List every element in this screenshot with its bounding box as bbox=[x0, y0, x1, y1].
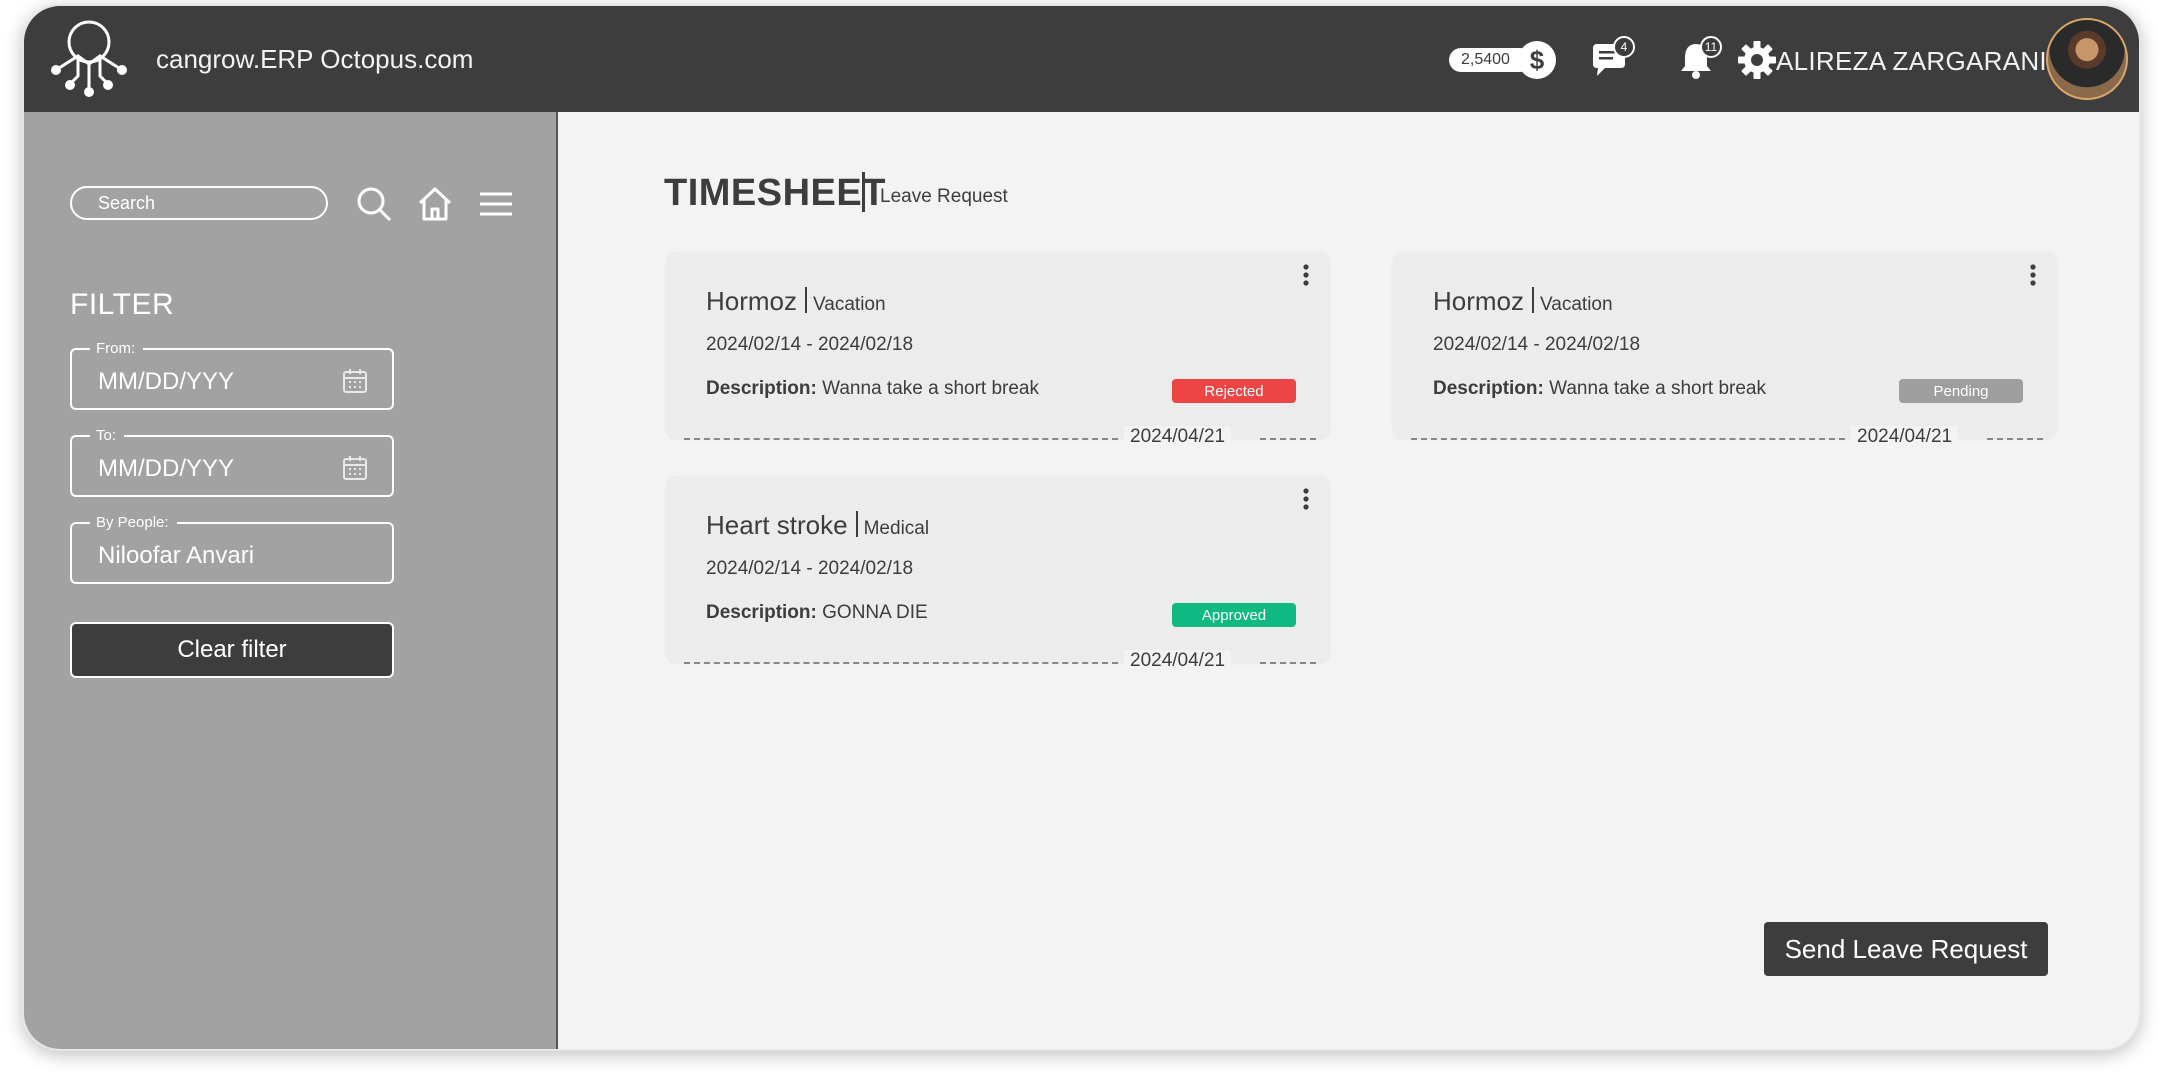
description-text: Wanna take a short break bbox=[822, 378, 1039, 399]
octopus-logo-icon[interactable] bbox=[48, 18, 130, 100]
more-options-icon[interactable] bbox=[2023, 262, 2043, 288]
to-date-field[interactable]: To: MM/DD/YYY bbox=[70, 427, 394, 497]
card-type: Medical bbox=[863, 518, 930, 539]
card-header: Hormoz Vacation bbox=[1433, 286, 1613, 317]
card-header: Heart stroke Medical bbox=[706, 510, 929, 541]
dashed-divider bbox=[1987, 438, 2043, 440]
from-date-field[interactable]: From: MM/DD/YYY bbox=[70, 340, 394, 410]
from-label: From: bbox=[90, 340, 144, 357]
card-name: Hormoz bbox=[1433, 286, 1525, 316]
calendar-icon[interactable] bbox=[342, 368, 368, 394]
send-leave-request-button[interactable]: Send Leave Request bbox=[1764, 922, 2048, 976]
top-bar: cangrow.ERP Octopus.com 2,5400 $ 4 11 AL… bbox=[24, 6, 2139, 112]
clear-filter-button[interactable]: Clear filter bbox=[70, 622, 394, 678]
app-title[interactable]: cangrow.ERP Octopus.com bbox=[156, 44, 473, 75]
card-divider bbox=[1532, 287, 1535, 313]
card-dates: 2024/02/14 - 2024/02/18 bbox=[1433, 334, 1641, 355]
description-label: Description: bbox=[706, 378, 817, 399]
card-footer-date: 2024/04/21 bbox=[1124, 426, 1232, 448]
card-footer: 2024/04/21 bbox=[684, 650, 1316, 674]
leave-request-card[interactable]: Heart stroke Medical 2024/02/14 - 2024/02… bbox=[666, 476, 1330, 672]
credit-balance[interactable]: 2,5400 $ bbox=[1449, 41, 1556, 79]
messages-badge: 4 bbox=[1613, 36, 1635, 58]
dashed-divider bbox=[1411, 438, 1845, 440]
gear-icon bbox=[1738, 41, 1776, 79]
card-description: Description: GONNA DIE bbox=[706, 602, 928, 624]
notifications-button[interactable]: 11 bbox=[1676, 36, 1722, 80]
card-name: Hormoz bbox=[706, 286, 798, 316]
card-dates: 2024/02/14 - 2024/02/18 bbox=[706, 334, 914, 355]
by-people-value: Niloofar Anvari bbox=[98, 542, 255, 569]
description-label: Description: bbox=[706, 602, 817, 623]
card-footer: 2024/04/21 bbox=[684, 426, 1316, 450]
from-value: MM/DD/YYY bbox=[98, 368, 235, 395]
calendar-icon[interactable] bbox=[342, 455, 368, 481]
description-text: Wanna take a short break bbox=[1549, 378, 1766, 399]
card-divider bbox=[855, 511, 858, 537]
card-type: Vacation bbox=[1540, 294, 1613, 315]
card-type: Vacation bbox=[813, 294, 886, 315]
user-name[interactable]: ALIREZA ZARGARANI bbox=[1776, 46, 2047, 77]
leave-request-card[interactable]: Hormoz Vacation 2024/02/14 - 2024/02/18 D… bbox=[666, 252, 1330, 448]
description-label: Description: bbox=[1433, 378, 1544, 399]
main-content: TIMESHEET Leave Request Hormoz Vacation 2… bbox=[558, 112, 2139, 1049]
page-title: TIMESHEET bbox=[664, 172, 886, 214]
status-badge: Approved bbox=[1172, 603, 1296, 627]
card-header: Hormoz Vacation bbox=[706, 286, 886, 317]
page-subtitle: Leave Request bbox=[880, 186, 1008, 207]
dashed-divider bbox=[684, 438, 1118, 440]
card-description: Description: Wanna take a short break bbox=[1433, 378, 1766, 400]
hamburger-menu-icon[interactable] bbox=[476, 184, 516, 224]
dashed-divider bbox=[1260, 438, 1316, 440]
more-options-icon[interactable] bbox=[1296, 262, 1316, 288]
by-people-field[interactable]: By People: Niloofar Anvari bbox=[70, 514, 394, 584]
leave-request-card[interactable]: Hormoz Vacation 2024/02/14 - 2024/02/18 D… bbox=[1393, 252, 2057, 448]
home-icon[interactable] bbox=[415, 184, 455, 224]
dashed-divider bbox=[1260, 662, 1316, 664]
status-badge: Rejected bbox=[1172, 379, 1296, 403]
card-footer-date: 2024/04/21 bbox=[1851, 426, 1959, 448]
avatar[interactable] bbox=[2046, 18, 2128, 100]
card-divider bbox=[805, 287, 808, 313]
card-footer: 2024/04/21 bbox=[1411, 426, 2043, 450]
dashed-divider bbox=[684, 662, 1118, 664]
notifications-badge: 11 bbox=[1700, 36, 1722, 58]
by-people-label: By People: bbox=[90, 514, 177, 531]
messages-button[interactable]: 4 bbox=[1589, 36, 1635, 80]
settings-button[interactable] bbox=[1737, 40, 1777, 80]
card-name: Heart stroke bbox=[706, 510, 848, 540]
card-description: Description: Wanna take a short break bbox=[706, 378, 1039, 400]
title-divider bbox=[862, 172, 865, 212]
search-input[interactable] bbox=[70, 186, 328, 220]
to-value: MM/DD/YYY bbox=[98, 455, 235, 482]
to-label: To: bbox=[90, 427, 125, 444]
more-options-icon[interactable] bbox=[1296, 486, 1316, 512]
app-window: cangrow.ERP Octopus.com 2,5400 $ 4 11 AL… bbox=[22, 4, 2141, 1051]
sidebar: FILTER From: MM/DD/YYY To: MM/DD/YYY By … bbox=[24, 112, 558, 1049]
filter-title: FILTER bbox=[70, 288, 175, 321]
search-icon[interactable] bbox=[354, 184, 394, 224]
status-badge: Pending bbox=[1899, 379, 2023, 403]
card-dates: 2024/02/14 - 2024/02/18 bbox=[706, 558, 914, 579]
dollar-icon: $ bbox=[1517, 41, 1556, 79]
card-footer-date: 2024/04/21 bbox=[1124, 650, 1232, 672]
description-text: GONNA DIE bbox=[822, 602, 928, 623]
